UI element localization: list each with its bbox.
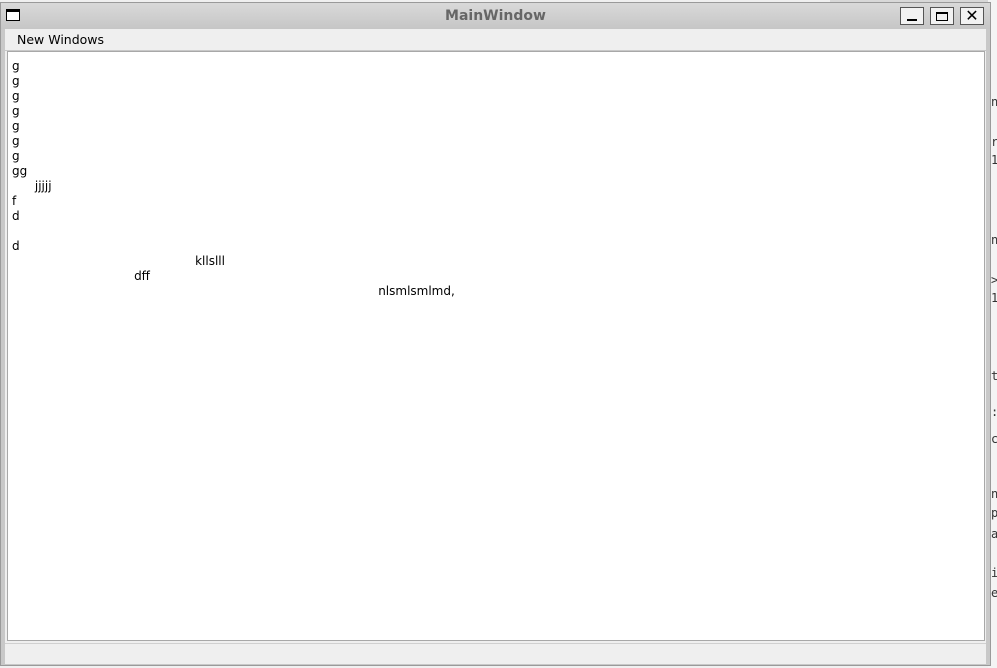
window-menu-icon[interactable] [6,9,20,21]
editor-line: g [12,134,20,148]
background-char: n [991,95,997,109]
editor-line: jjjjj [12,179,52,193]
background-char: p [991,506,997,520]
background-char: n [991,487,997,501]
editor-line: d [12,239,20,253]
background-char: : [991,405,997,419]
background-char: t [991,369,997,383]
background-char: > [991,273,997,287]
background-char: i [991,566,997,580]
editor-line: f [12,194,17,208]
main-window: MainWindow ✕ New Windows g g g g g g g gg jjjjj… [0,2,991,666]
editor-line: nlsmlsmlmd, [12,284,455,298]
maximize-icon [936,11,948,21]
editor-line: g [12,74,20,88]
window-title: MainWindow [445,8,546,24]
editor-line: g [12,119,20,133]
background-char: 1 [991,153,997,167]
text-editor[interactable]: ggggggggg jjjjjfdd kllslll dff [7,51,985,641]
editor-line: gg [12,164,28,178]
editor-line: g [12,149,20,163]
editor-line: kllslll [12,254,225,268]
editor-line: d [12,209,20,223]
background-char: r [991,135,997,149]
editor-line: g [12,59,20,73]
status-bar [5,643,986,664]
minimize-icon [907,19,917,21]
background-char: e [991,586,997,600]
background-char: 1 [991,291,997,305]
close-button[interactable]: ✕ [960,7,984,25]
close-icon: ✕ [965,6,979,25]
menu-new-windows[interactable]: New Windows [10,29,111,50]
editor-line: g [12,89,20,103]
window-client-area: New Windows g g g g g g g gg jjjjj f d d kllslll d… [5,29,986,664]
background-char: n [991,233,997,247]
minimize-button[interactable] [900,7,924,25]
menu-bar: New Windows [5,29,986,51]
background-char: c [991,432,997,446]
background-char: a [991,527,997,541]
title-bar[interactable]: MainWindow ✕ [1,3,990,29]
maximize-button[interactable] [930,7,954,25]
editor-line: g [12,104,20,118]
editor-line: dff [12,269,150,283]
